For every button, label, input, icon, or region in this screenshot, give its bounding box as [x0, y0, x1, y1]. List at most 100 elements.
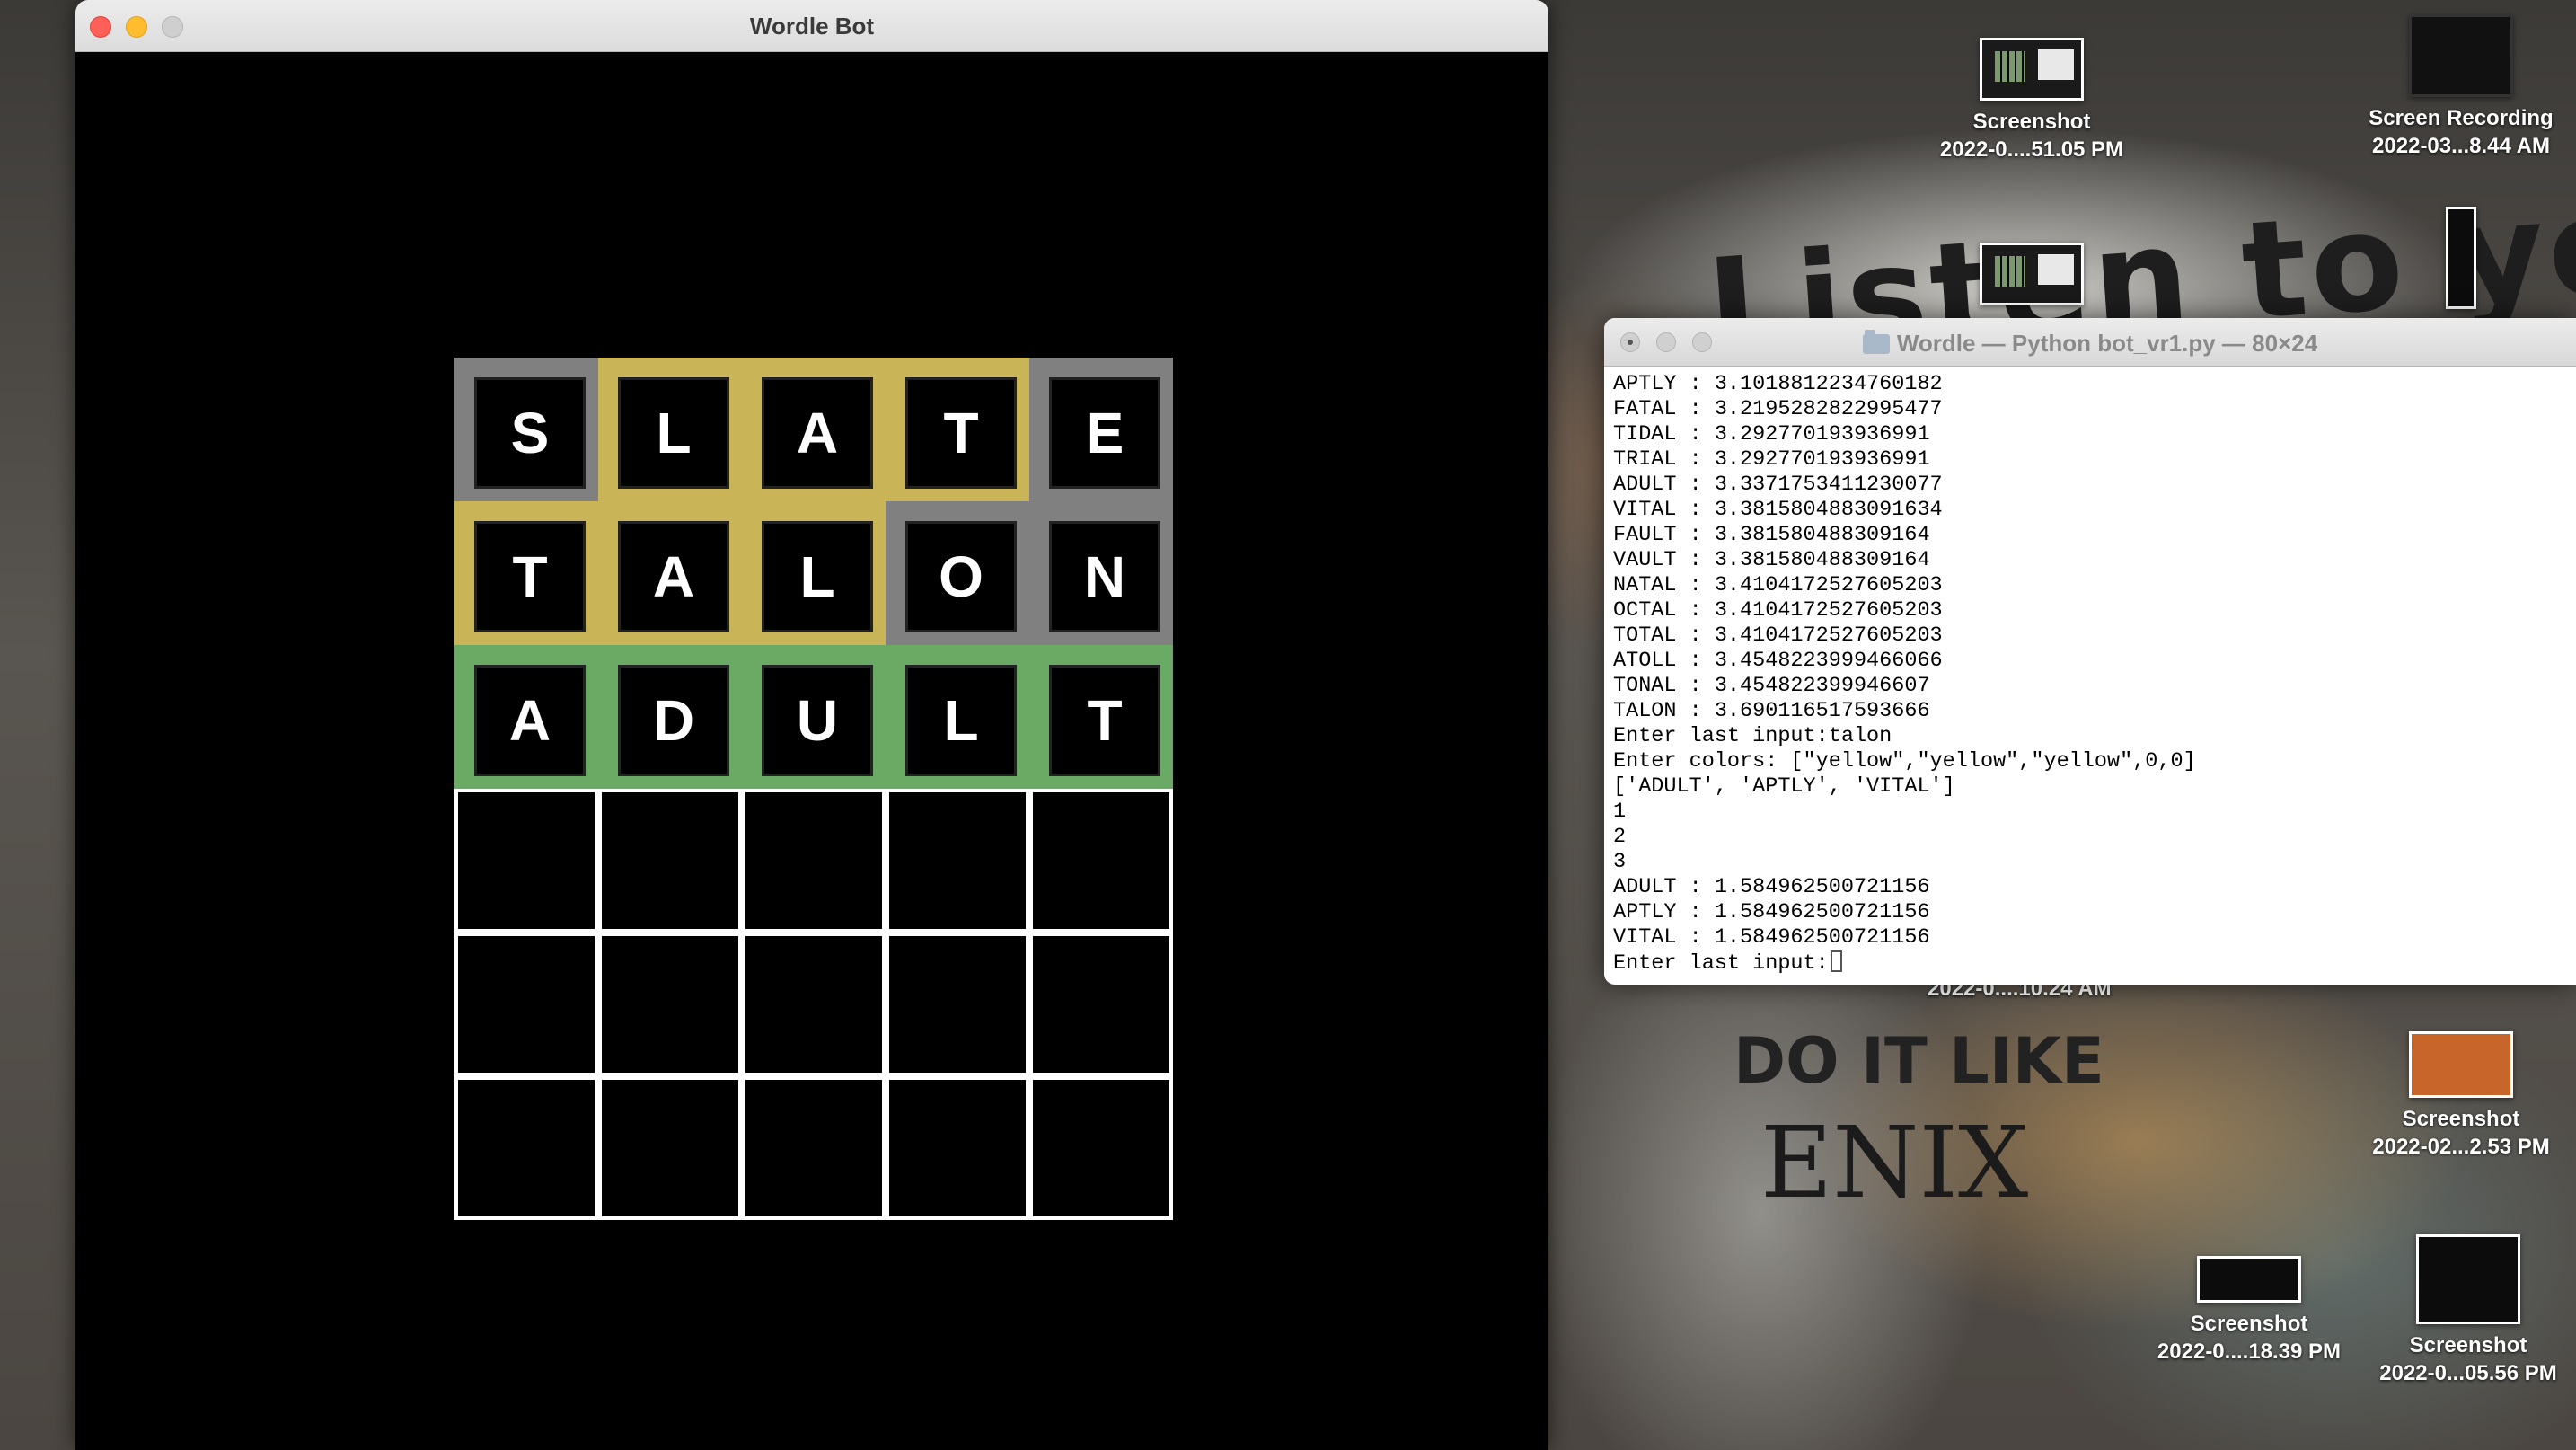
terminal-line: TIDAL : 3.292770193936991 — [1613, 422, 1930, 446]
text-cursor — [1830, 950, 1842, 972]
letter-tile: A — [762, 377, 873, 489]
letter-tile: N — [1049, 521, 1160, 632]
letter-tile: U — [762, 665, 873, 776]
wordle-bot-window[interactable]: Wordle Bot SLATETALONADULT — [75, 0, 1548, 1450]
terminal-line: TALON : 3.690116517593666 — [1613, 699, 1930, 723]
terminal-line: Enter colors: ["yellow","yellow","yellow… — [1613, 749, 2196, 774]
terminal-output[interactable]: APTLY : 3.1018812234760182 FATAL : 3.2195… — [1604, 367, 2576, 981]
desktop-icon-name: Screenshot — [2402, 1107, 2520, 1131]
board-cell: A — [742, 358, 886, 501]
terminal-line: OCTAL : 3.4104172527605203 — [1613, 598, 1943, 623]
letter-tile: A — [474, 665, 586, 776]
desktop-icon-screenshot-1[interactable]: Screenshot 2022-0....51.05 PM — [1897, 38, 2166, 164]
terminal-line: 1 — [1613, 800, 1627, 824]
recording-thumbnail-icon — [2409, 14, 2513, 97]
board-row: SLATE — [454, 358, 1173, 501]
board-row — [454, 1076, 1173, 1220]
wallpaper-graffiti-text: ENIX — [1760, 1105, 2029, 1220]
board-cell — [886, 1076, 1029, 1220]
board-cell — [1029, 789, 1173, 933]
board-cell: T — [1029, 645, 1173, 789]
board-cell — [742, 933, 886, 1076]
desktop-icon-name: Screenshot — [2409, 1333, 2527, 1357]
letter-tile: D — [618, 665, 729, 776]
board-cell — [598, 933, 742, 1076]
desktop-icon-date: 2022-0....51.05 PM — [1939, 137, 2124, 162]
screenshot-thumbnail-icon — [1980, 38, 2084, 101]
board-cell — [886, 933, 1029, 1076]
board-cell — [886, 789, 1029, 933]
terminal-line: TONAL : 3.454822399946607 — [1613, 674, 1930, 698]
terminal-line: TRIAL : 3.292770193936991 — [1613, 447, 1930, 472]
terminal-line: ['ADULT', 'APTLY', 'VITAL'] — [1613, 774, 1955, 799]
terminal-line: VITAL : 3.3815804883091634 — [1613, 498, 1943, 522]
desktop-icon-date: 2022-02...2.53 PM — [2372, 1135, 2550, 1159]
board-cell: S — [454, 358, 598, 501]
prompt-text: Enter last input: — [1613, 951, 1829, 976]
terminal-line: 2 — [1613, 825, 1627, 849]
board-row — [454, 789, 1173, 933]
board-cell: U — [742, 645, 886, 789]
board-cell: D — [598, 645, 742, 789]
board-cell — [1029, 1076, 1173, 1220]
terminal-line: APTLY : 3.1018812234760182 — [1613, 372, 1943, 396]
board-cell — [454, 1076, 598, 1220]
board-cell — [598, 1076, 742, 1220]
screenshot-thumbnail-icon — [2416, 1234, 2520, 1324]
wordle-board: SLATETALONADULT — [454, 358, 1173, 1220]
letter-tile: T — [474, 521, 586, 632]
terminal-line: ADULT : 3.3371753411230077 — [1613, 473, 1943, 497]
terminal-line: ADULT : 1.584962500721156 — [1613, 875, 1930, 899]
terminal-line: NATAL : 3.4104172527605203 — [1613, 573, 1943, 597]
letter-tile: L — [905, 665, 1017, 776]
letter-tile: T — [1049, 665, 1160, 776]
board-row: ADULT — [454, 645, 1173, 789]
terminal-line: APTLY : 1.584962500721156 — [1613, 900, 1930, 924]
window-titlebar[interactable]: Wordle — Python bot_vr1.py — 80×24 — [1604, 318, 2576, 367]
terminal-line: TOTAL : 3.4104172527605203 — [1613, 623, 1943, 648]
desktop-icon-screenshot-3[interactable]: Screenshot 2022-02...2.53 PM — [2326, 1031, 2576, 1161]
screenshot-thumbnail-icon — [1980, 243, 2084, 305]
board-cell: T — [454, 501, 598, 645]
window-titlebar[interactable]: Wordle Bot — [75, 0, 1548, 52]
board-cell — [454, 789, 598, 933]
board-cell: A — [454, 645, 598, 789]
letter-tile: O — [905, 521, 1017, 632]
desktop-icon-screenshot-partial[interactable] — [1897, 243, 2166, 305]
terminal-line: ATOLL : 3.4548223999466066 — [1613, 649, 1943, 673]
document-thumbnail-icon — [2446, 207, 2476, 309]
window-title: Wordle Bot — [749, 13, 875, 40]
board-cell: L — [742, 501, 886, 645]
board-cell: L — [886, 645, 1029, 789]
letter-tile: S — [474, 377, 586, 489]
terminal-line: FATAL : 3.2195282822995477 — [1613, 397, 1943, 421]
letter-tile: A — [618, 521, 729, 632]
board-row — [454, 933, 1173, 1076]
board-cell — [1029, 933, 1173, 1076]
desktop-icon-screenshot-5[interactable]: Screenshot 2022-0...05.56 PM — [2333, 1234, 2576, 1387]
desktop-icon-screen-recording[interactable]: Screen Recording 2022-03...8.44 AM — [2326, 14, 2576, 160]
board-cell: T — [886, 358, 1029, 501]
board-cell — [742, 789, 886, 933]
board-cell — [742, 1076, 886, 1220]
board-cell: E — [1029, 358, 1173, 501]
folder-icon — [1862, 330, 1890, 354]
desktop-icon-name: Screen Recording — [2369, 106, 2554, 130]
terminal-line: Enter last input:talon — [1613, 724, 1892, 748]
board-cell — [454, 933, 598, 1076]
desktop-icon-date: 2022-03...8.44 AM — [2372, 134, 2550, 158]
desktop-icon-date: 2022-0...05.56 PM — [2379, 1361, 2557, 1385]
letter-tile: E — [1049, 377, 1160, 489]
desktop-icon-document-partial[interactable] — [2326, 207, 2576, 309]
terminal-line: FAULT : 3.381580488309164 — [1613, 523, 1930, 547]
letter-tile: L — [762, 521, 873, 632]
terminal-window[interactable]: Wordle — Python bot_vr1.py — 80×24 APTLY… — [1604, 318, 2576, 985]
wallpaper-graffiti-text: DO IT LIKE — [1734, 1024, 2104, 1098]
board-cell: N — [1029, 501, 1173, 645]
terminal-line: 3 — [1613, 850, 1627, 874]
terminal-line: VAULT : 3.381580488309164 — [1613, 548, 1930, 572]
terminal-prompt[interactable]: Enter last input: — [1613, 950, 2567, 976]
window-title: Wordle — Python bot_vr1.py — 80×24 — [1896, 330, 2318, 357]
terminal-line: VITAL : 1.584962500721156 — [1613, 925, 1930, 950]
board-cell: L — [598, 358, 742, 501]
